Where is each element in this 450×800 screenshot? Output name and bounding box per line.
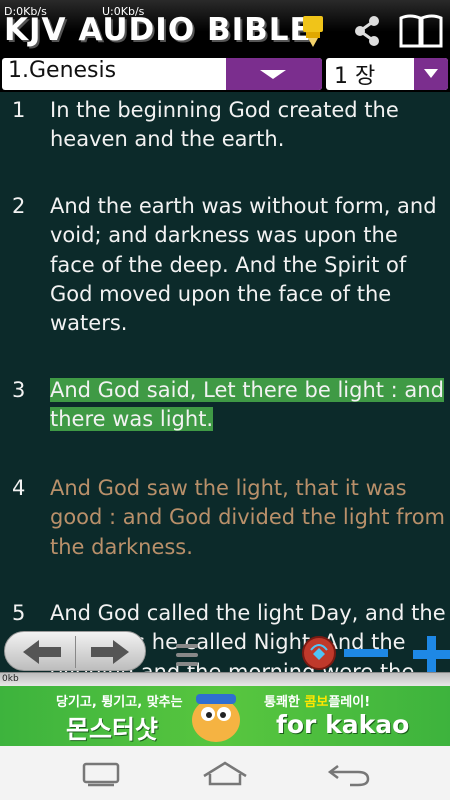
progress-label: 0kb <box>2 674 19 684</box>
ad-banner[interactable]: 당기고, 튕기고, 맞추는 몬스터샷 통쾌한 콤보플레이! for kakao <box>0 686 450 746</box>
chapter-dropdown[interactable]: 1 장 <box>326 58 448 90</box>
font-increase-icon[interactable] <box>412 634 450 674</box>
app-title: KJV AUDIO BIBLE <box>4 12 312 48</box>
verse-number: 3 <box>12 378 26 402</box>
ad-tagline-accent: 콤보 <box>304 695 329 710</box>
recent-apps-icon[interactable] <box>78 760 124 788</box>
ad-tagline-suffix: 플레이! <box>328 695 371 710</box>
book-dropdown[interactable]: 1.Genesis <box>2 58 322 90</box>
ad-tagline-left: 당기고, 튕기고, 맞추는 <box>56 695 183 710</box>
prev-arrow-icon[interactable] <box>9 632 73 672</box>
font-decrease-icon[interactable] <box>344 648 388 658</box>
book-icon[interactable] <box>398 12 444 50</box>
pen-icon[interactable] <box>300 14 326 48</box>
verse-list[interactable]: 1 In the beginning God created the heave… <box>0 92 450 684</box>
verse-nav-pill <box>4 631 146 671</box>
verse-text: And God said, Let there be light : and t… <box>50 376 446 435</box>
selector-row: 1.Genesis 1 장 <box>0 58 450 92</box>
verse-text: And God saw the light, that it was good … <box>50 476 446 559</box>
book-dropdown-value: 1.Genesis <box>8 58 117 83</box>
verse-text: And the earth was without form, and void… <box>50 194 437 336</box>
ad-mascot-icon <box>192 694 240 742</box>
ad-tagline-right: 통쾌한 콤보플레이! <box>264 691 370 710</box>
chevron-down-icon <box>424 69 438 78</box>
ad-title-left: 몬스터샷 <box>66 715 159 744</box>
verse-text: In the beginning God created the heaven … <box>50 98 399 152</box>
chapter-dropdown-value: 1 장 <box>334 64 376 89</box>
title-bar: D:0Kb/s U:0Kb/s KJV AUDIO BIBLE <box>0 0 450 58</box>
verse-number: 4 <box>12 476 26 500</box>
audio-play-button[interactable] <box>302 636 336 670</box>
highlighted-text: And God said, Let there be light : and t… <box>50 378 444 432</box>
system-nav-bar <box>0 746 450 800</box>
home-icon[interactable] <box>200 758 250 788</box>
back-icon[interactable] <box>326 758 372 788</box>
verse-number: 2 <box>12 194 26 218</box>
ad-tagline-prefix: 통쾌한 <box>264 695 305 710</box>
ad-title-right: for kakao <box>276 710 410 739</box>
playback-progress[interactable]: 0kb <box>0 672 450 686</box>
speaker-icon <box>310 644 328 660</box>
verse-number: 1 <box>12 98 26 122</box>
verse-number: 5 <box>12 601 26 625</box>
book-dropdown-button[interactable] <box>226 58 322 90</box>
share-icon[interactable] <box>352 14 382 48</box>
chevron-down-icon <box>260 70 286 79</box>
next-arrow-icon[interactable] <box>79 632 143 672</box>
seek-handle-icon[interactable] <box>172 642 202 668</box>
divider <box>75 636 76 668</box>
chapter-dropdown-button[interactable] <box>414 58 448 90</box>
